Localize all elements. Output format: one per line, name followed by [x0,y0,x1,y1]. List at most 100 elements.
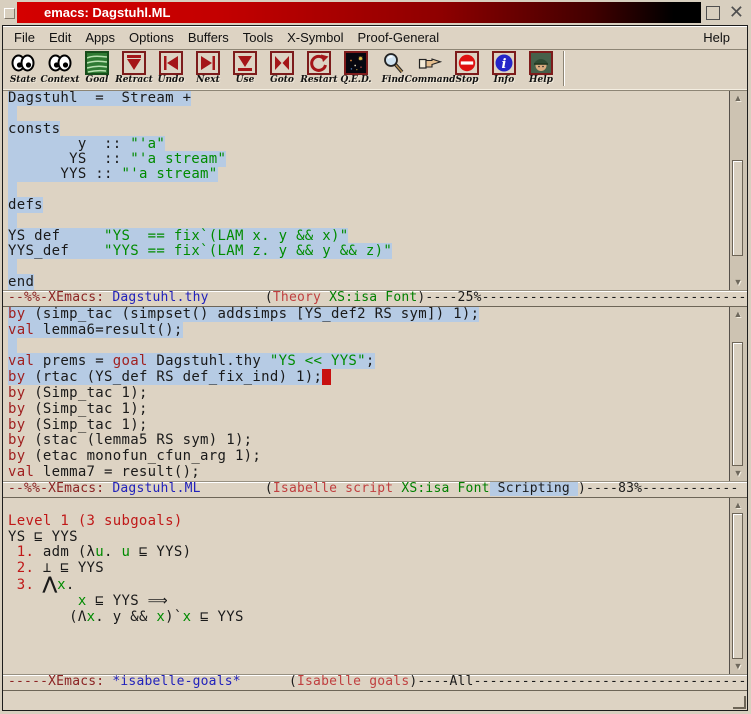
xemacs-window: emacs: Dagstuhl.ML ✕ FileEditAppsOptions… [0,0,751,714]
code-segment: lemma6=result(); [34,322,182,338]
toolbar-button-label: Goal [86,75,109,86]
code-line[interactable]: by (Simp_tac 1); [8,418,729,434]
menu-item-buffers[interactable]: Buffers [181,28,236,47]
code-line[interactable] [8,106,729,121]
minibuffer[interactable] [3,691,747,710]
code-segment: end [8,274,34,290]
code-line[interactable]: by (rtac (YS_def RS def_fix_ind) 1); [8,370,729,386]
code-line[interactable]: YS_def "YS == fix`(LAM x. y && x)" [8,229,729,244]
menu-item-proof-general[interactable]: Proof-General [350,28,446,47]
eyes-icon [48,51,72,75]
menu-item-options[interactable]: Options [122,28,181,47]
code-line[interactable]: Level 1 (3 subgoals) [8,514,729,530]
code-line[interactable]: by (Simp_tac 1); [8,386,729,402]
scrollbar-thumb[interactable] [732,513,743,659]
menubar: FileEditAppsOptionsBuffersToolsX-SymbolP… [3,26,747,50]
code-segment [8,338,17,354]
code-segment: Dagstuhl.thy [148,353,270,369]
scroll-up-icon[interactable]: ▲ [730,498,746,513]
toolbar-button-command[interactable]: Command [413,51,447,88]
code-line[interactable]: YYS_def "YYS == fix`(LAM z. y && y && z)… [8,244,729,259]
buffer2-text[interactable]: by (simp_tac (simpset() addsimps [YS_def… [3,307,729,481]
code-line[interactable] [8,259,729,274]
modeline-segment: Isabelle goals [297,674,409,689]
code-line[interactable]: 1. adm (λu. u ⊑ YYS) [8,545,729,561]
toolbar-button-qed[interactable]: Q.E.D. [339,51,373,88]
toolbar-button-help[interactable]: Help [524,51,558,88]
code-line[interactable]: Dagstuhl = Stream + [8,91,729,106]
toolbar-button-goto[interactable]: Goto [265,51,299,88]
text-cursor [322,369,331,385]
code-segment: . y && [95,609,156,625]
code-line[interactable]: 2. ⊥ ⊑ YYS [8,561,729,577]
code-line[interactable]: val lemma7 = result(); [8,465,729,481]
toolbar-button-goal[interactable]: Goal [80,51,114,88]
toolbar-button-label: Stop [456,75,479,86]
toolbar-button-use[interactable]: Use [228,51,262,88]
code-line[interactable]: YS :: "'a stream" [8,152,729,167]
code-line[interactable]: defs [8,198,729,213]
scrollbar-thumb[interactable] [732,342,743,466]
close-icon[interactable]: ✕ [729,1,744,23]
scroll-down-icon[interactable]: ▼ [730,466,746,481]
toolbar-button-stop[interactable]: Stop [450,51,484,88]
scrollbar-thumb[interactable] [732,160,743,256]
maximize-button[interactable] [706,6,720,20]
menu-item-edit[interactable]: Edit [42,28,78,47]
code-line[interactable]: (Λx. y && x)`x ⊑ YYS [8,610,729,626]
modeline-segment: ( [241,674,297,689]
code-line[interactable] [8,498,729,514]
modeline-segment: )----All--------------------------------… [409,674,747,689]
code-line[interactable]: x ⊑ YYS ⟹ [8,594,729,610]
resize-grip[interactable] [733,696,746,709]
code-line[interactable]: 3. ⋀x. [8,577,729,594]
toolbar-button-info[interactable]: iInfo [487,51,521,88]
code-segment: by [8,369,25,385]
toolbar-button-retract[interactable]: Retract [117,51,151,88]
code-line[interactable]: y :: "'a" [8,137,729,152]
code-segment: . [104,544,121,560]
code-segment: "YS << YYS" [270,353,366,369]
code-line[interactable]: consts [8,122,729,137]
menu-item-file[interactable]: File [7,28,42,47]
code-line[interactable] [8,213,729,228]
code-line[interactable]: val lemma6=result(); [8,323,729,339]
sb2[interactable]: ▲ ▼ [729,307,747,481]
toolbar-button-undo[interactable]: Undo [154,51,188,88]
code-segment: x [87,609,96,625]
window-menu-icon[interactable] [4,8,15,19]
code-line[interactable]: YYS :: "'a stream" [8,167,729,182]
code-line[interactable] [8,183,729,198]
scroll-down-icon[interactable]: ▼ [730,275,746,290]
code-line[interactable]: end [8,275,729,290]
toolbar-button-restart[interactable]: Restart [302,51,336,88]
code-line[interactable]: val prems = goal Dagstuhl.thy "YS << YYS… [8,354,729,370]
code-line[interactable]: YS ⊑ YYS [8,530,729,546]
scroll-down-icon[interactable]: ▼ [730,659,746,674]
toolbar-button-context[interactable]: Context [43,51,77,88]
code-segment: by [8,385,25,401]
stop-icon [455,51,479,75]
retract-icon [122,51,146,75]
code-line[interactable]: by (Simp_tac 1); [8,402,729,418]
menubar-items: FileEditAppsOptionsBuffersToolsX-SymbolP… [7,28,446,47]
menu-item-tools[interactable]: Tools [236,28,280,47]
toolbar-button-state[interactable]: State [6,51,40,88]
buffer1-text[interactable]: Dagstuhl = Stream + consts y :: "'a" YS … [3,91,729,290]
modeline-segment: Theory [273,290,321,305]
menu-item-x-symbol[interactable]: X-Symbol [280,28,350,47]
sb3[interactable]: ▲ ▼ [729,498,747,674]
scroll-up-icon[interactable]: ▲ [730,91,746,106]
code-line[interactable]: by (etac monofun_cfun_arg 1); [8,449,729,465]
code-segment: by [8,401,25,417]
scroll-up-icon[interactable]: ▲ [730,307,746,322]
menu-item-apps[interactable]: Apps [78,28,122,47]
buffer3-text[interactable]: Level 1 (3 subgoals)YS ⊑ YYS 1. adm (λu.… [3,498,729,674]
code-line[interactable]: by (simp_tac (simpset() addsimps [YS_def… [8,307,729,323]
toolbar-button-next[interactable]: Next [191,51,225,88]
sb1[interactable]: ▲ ▼ [729,91,747,290]
menu-item-help[interactable]: Help [696,28,737,47]
code-line[interactable] [8,339,729,355]
code-segment: val [8,322,34,338]
code-line[interactable]: by (stac (lemma5 RS sym) 1); [8,433,729,449]
